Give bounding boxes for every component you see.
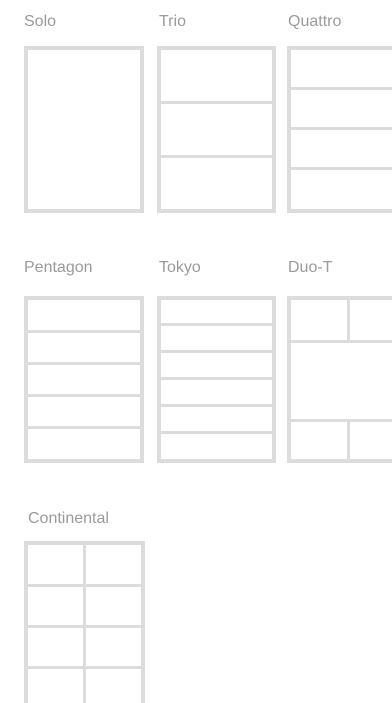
layout-label-pentagon: Pentagon [24,259,93,276]
layout-divider [28,426,140,429]
layout-divider [161,323,272,326]
layout-divider [161,377,272,380]
layout-divider [291,419,392,422]
layout-divider [28,362,140,365]
layout-tile-trio[interactable] [157,46,276,213]
layout-label-solo: Solo [24,13,57,30]
layout-divider [291,167,392,170]
layout-tile-duo-t[interactable] [287,296,392,463]
layout-label-continental: Continental [28,510,109,527]
layout-divider [83,545,86,703]
layout-tile-quattro[interactable] [287,46,392,213]
layout-divider [161,404,272,407]
layout-divider [28,394,140,397]
layout-divider [28,584,141,587]
layout-divider [347,422,350,459]
layout-label-duo-t: Duo-T [288,259,333,276]
layout-divider [28,666,141,669]
layout-tile-pentagon[interactable] [24,296,144,463]
layout-label-quattro: Quattro [288,13,342,30]
layout-divider [161,101,272,104]
layout-divider [161,350,272,353]
layout-divider [291,87,392,90]
layout-tile-tokyo[interactable] [157,296,276,463]
layout-tile-continental[interactable] [24,541,145,703]
layout-divider [161,431,272,434]
layout-divider [28,625,141,628]
layout-divider [347,300,350,340]
layout-divider [291,127,392,130]
layout-divider [161,155,272,158]
layout-tile-solo[interactable] [24,46,144,213]
layout-divider [28,330,140,333]
layout-divider [291,340,392,343]
layout-label-trio: Trio [159,13,186,30]
layout-label-tokyo: Tokyo [159,259,201,276]
